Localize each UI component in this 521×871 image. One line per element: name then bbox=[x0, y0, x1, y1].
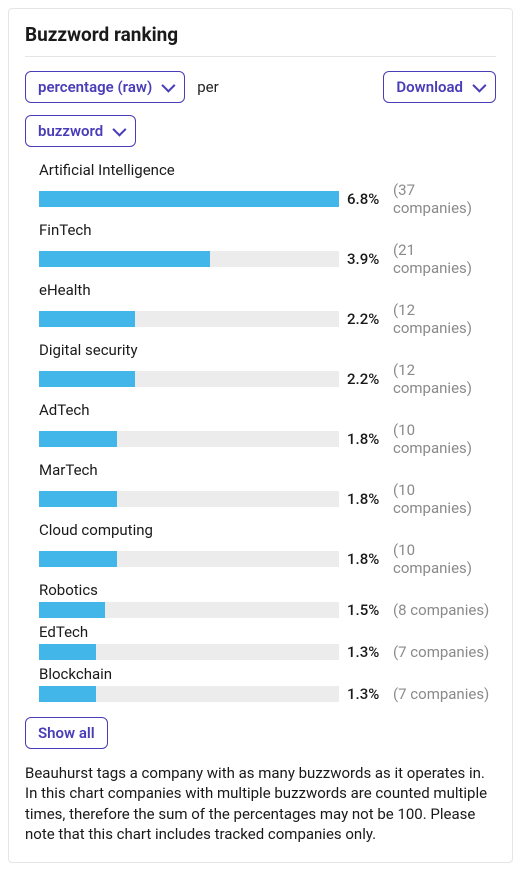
bar-fill bbox=[39, 251, 210, 267]
bar-fill bbox=[39, 686, 96, 702]
bar-track bbox=[39, 371, 339, 387]
bar-row: 2.2% (12 companies) bbox=[39, 361, 496, 397]
bar-count: (10 companies) bbox=[393, 541, 496, 577]
bar-row: 1.3% (7 companies) bbox=[39, 685, 496, 703]
bar-label: Robotics bbox=[39, 581, 496, 599]
show-all-button[interactable]: Show all bbox=[25, 717, 108, 749]
bar-row: 1.8% (10 companies) bbox=[39, 541, 496, 577]
bar-track bbox=[39, 644, 339, 660]
bar-track bbox=[39, 686, 339, 702]
controls-row-2: buzzword bbox=[25, 115, 496, 147]
metric-dropdown[interactable]: percentage (raw) bbox=[25, 71, 185, 103]
bar-percentage: 2.2% bbox=[347, 370, 385, 388]
bar-item: MarTech 1.8% (10 companies) bbox=[39, 461, 496, 517]
bar-count: (12 companies) bbox=[393, 301, 496, 337]
bar-count: (21 companies) bbox=[393, 241, 496, 277]
bar-row: 6.8% (37 companies) bbox=[39, 181, 496, 217]
bar-track bbox=[39, 431, 339, 447]
bar-label: AdTech bbox=[39, 401, 496, 419]
bar-row: 3.9% (21 companies) bbox=[39, 241, 496, 277]
bar-item: FinTech 3.9% (21 companies) bbox=[39, 221, 496, 277]
bar-row: 1.5% (8 companies) bbox=[39, 601, 496, 619]
showall-row: Show all bbox=[25, 717, 496, 749]
chevron-down-icon bbox=[472, 79, 486, 93]
bar-item: AdTech 1.8% (10 companies) bbox=[39, 401, 496, 457]
bar-fill bbox=[39, 431, 117, 447]
bar-chart: Artificial Intelligence 6.8% (37 companies… bbox=[25, 161, 496, 703]
bar-count: (10 companies) bbox=[393, 421, 496, 457]
download-button-label: Download bbox=[396, 78, 463, 96]
controls-row-1: percentage (raw) per Download bbox=[25, 71, 496, 103]
show-all-label: Show all bbox=[38, 724, 95, 742]
dimension-dropdown[interactable]: buzzword bbox=[25, 115, 136, 147]
bar-percentage: 3.9% bbox=[347, 250, 385, 268]
bar-row: 1.8% (10 companies) bbox=[39, 421, 496, 457]
bar-item: Cloud computing 1.8% (10 companies) bbox=[39, 521, 496, 577]
bar-item: Artificial Intelligence 6.8% (37 companies… bbox=[39, 161, 496, 217]
bar-fill bbox=[39, 311, 135, 327]
bar-count: (8 companies) bbox=[393, 601, 489, 619]
bar-percentage: 1.8% bbox=[347, 550, 385, 568]
metric-dropdown-label: percentage (raw) bbox=[38, 78, 152, 96]
chevron-down-icon bbox=[113, 123, 127, 137]
bar-fill bbox=[39, 191, 339, 207]
chevron-down-icon bbox=[162, 79, 176, 93]
bar-track bbox=[39, 191, 339, 207]
bar-track bbox=[39, 311, 339, 327]
bar-count: (10 companies) bbox=[393, 481, 496, 517]
bar-fill bbox=[39, 551, 117, 567]
bar-label: MarTech bbox=[39, 461, 496, 479]
bar-percentage: 1.5% bbox=[347, 601, 385, 619]
bar-count: (7 companies) bbox=[393, 643, 489, 661]
bar-fill bbox=[39, 371, 135, 387]
per-label: per bbox=[197, 78, 218, 96]
buzzword-ranking-card: Buzzword ranking percentage (raw) per Do… bbox=[8, 8, 513, 863]
bar-track bbox=[39, 551, 339, 567]
bar-item: EdTech 1.3% (7 companies) bbox=[39, 623, 496, 661]
bar-row: 1.8% (10 companies) bbox=[39, 481, 496, 517]
download-button[interactable]: Download bbox=[383, 71, 496, 103]
bar-count: (7 companies) bbox=[393, 685, 489, 703]
bar-label: Artificial Intelligence bbox=[39, 161, 496, 179]
bar-track bbox=[39, 251, 339, 267]
bar-percentage: 1.8% bbox=[347, 490, 385, 508]
footnote-text: Beauhurst tags a company with as many bu… bbox=[25, 763, 496, 844]
bar-track bbox=[39, 602, 339, 618]
bar-item: eHealth 2.2% (12 companies) bbox=[39, 281, 496, 337]
bar-label: EdTech bbox=[39, 623, 496, 641]
bar-item: Digital security 2.2% (12 companies) bbox=[39, 341, 496, 397]
bar-item: Robotics 1.5% (8 companies) bbox=[39, 581, 496, 619]
bar-fill bbox=[39, 491, 117, 507]
bar-fill bbox=[39, 644, 96, 660]
bar-label: Digital security bbox=[39, 341, 496, 359]
bar-item: Blockchain 1.3% (7 companies) bbox=[39, 665, 496, 703]
bar-label: Cloud computing bbox=[39, 521, 496, 539]
bar-percentage: 1.3% bbox=[347, 643, 385, 661]
bar-percentage: 6.8% bbox=[347, 190, 385, 208]
bar-row: 2.2% (12 companies) bbox=[39, 301, 496, 337]
bar-fill bbox=[39, 602, 105, 618]
bar-count: (37 companies) bbox=[393, 181, 496, 217]
bar-percentage: 2.2% bbox=[347, 310, 385, 328]
bar-percentage: 1.3% bbox=[347, 685, 385, 703]
card-title: Buzzword ranking bbox=[25, 23, 496, 57]
bar-track bbox=[39, 491, 339, 507]
bar-count: (12 companies) bbox=[393, 361, 496, 397]
bar-percentage: 1.8% bbox=[347, 430, 385, 448]
bar-label: eHealth bbox=[39, 281, 496, 299]
bar-label: Blockchain bbox=[39, 665, 496, 683]
bar-label: FinTech bbox=[39, 221, 496, 239]
dimension-dropdown-label: buzzword bbox=[38, 122, 103, 140]
bar-row: 1.3% (7 companies) bbox=[39, 643, 496, 661]
